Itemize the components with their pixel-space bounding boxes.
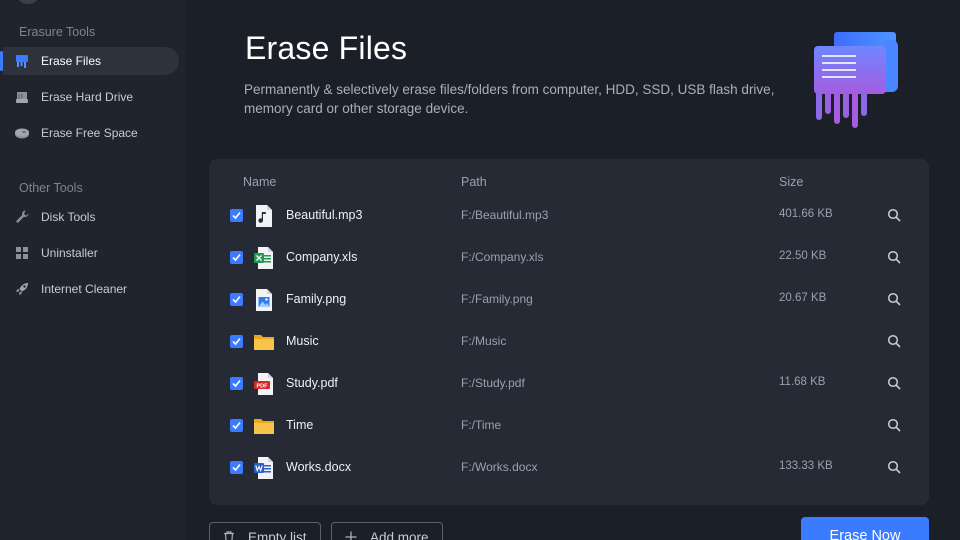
erase-now-button[interactable]: Erase Now: [801, 517, 929, 540]
sidebar-item-uninstaller[interactable]: Uninstaller: [3, 239, 179, 267]
file-name: Company.xls: [286, 250, 358, 264]
file-size: 20.67 KB: [779, 292, 827, 304]
file-size: 22.50 KB: [779, 250, 827, 262]
column-header-path: Path: [461, 175, 487, 189]
audio-file-icon: [256, 205, 272, 227]
search-icon[interactable]: [887, 460, 901, 474]
file-name: Family.png: [286, 292, 347, 306]
add-more-button[interactable]: Add more: [331, 522, 443, 540]
add-more-label: Add more: [370, 529, 429, 540]
row-checkbox[interactable]: [230, 293, 243, 306]
sidebar-item-internet-cleaner[interactable]: Internet Cleaner: [3, 275, 179, 303]
table-row[interactable]: PDF Study.pdf F:/Study.pdf 11.68 KB: [209, 363, 929, 405]
rocket-icon: [14, 281, 30, 297]
search-icon[interactable]: [887, 376, 901, 390]
file-name: Beautiful.mp3: [286, 208, 363, 222]
erase-files-icon: [14, 53, 30, 69]
search-icon[interactable]: [887, 250, 901, 264]
hard-drive-icon: [14, 89, 30, 105]
sidebar-item-label: Erase Files: [41, 54, 102, 68]
sidebar-item-label: Uninstaller: [41, 246, 98, 260]
section-title-erasure-tools: Erasure Tools: [19, 25, 96, 39]
file-size: 401.66 KB: [779, 208, 833, 220]
page-description: Permanently & selectively erase files/fo…: [244, 82, 775, 116]
file-name: Music: [286, 334, 319, 348]
page-title: Erase Files: [245, 30, 408, 66]
search-icon[interactable]: [887, 334, 901, 348]
file-name: Study.pdf: [286, 376, 338, 390]
file-path: F:/Company.xls: [461, 250, 544, 264]
row-checkbox[interactable]: [230, 335, 243, 348]
table-row[interactable]: Beautiful.mp3 F:/Beautiful.mp3 401.66 KB: [209, 195, 929, 237]
row-checkbox[interactable]: [230, 209, 243, 222]
word-file-icon: [254, 457, 273, 479]
pdf-file-icon: PDF: [254, 373, 273, 395]
file-size: 133.33 KB: [779, 460, 833, 472]
row-checkbox[interactable]: [230, 419, 243, 432]
search-icon[interactable]: [887, 418, 901, 432]
table-row[interactable]: Time F:/Time: [209, 405, 929, 447]
sidebar-item-label: Erase Hard Drive: [41, 90, 134, 104]
image-file-icon: [256, 289, 272, 311]
excel-file-icon: [254, 247, 273, 269]
table-row[interactable]: Works.docx F:/Works.docx 133.33 KB: [209, 447, 929, 489]
table-row[interactable]: Company.xls F:/Company.xls 22.50 KB: [209, 237, 929, 279]
sidebar-item-label: Erase Free Space: [41, 126, 138, 140]
sidebar-item-erase-files[interactable]: Erase Files: [0, 47, 179, 75]
file-path: F:/Study.pdf: [461, 376, 525, 390]
column-header-size: Size: [779, 175, 804, 189]
sidebar-item-label: Internet Cleaner: [41, 282, 128, 296]
free-space-icon: [14, 125, 30, 141]
file-path: F:/Family.png: [461, 292, 533, 306]
app-logo-icon: [18, 0, 38, 4]
file-path: F:/Beautiful.mp3: [461, 208, 549, 222]
sidebar-item-label: Disk Tools: [41, 210, 96, 224]
empty-list-button[interactable]: Empty list: [209, 522, 321, 540]
file-path: F:/Works.docx: [461, 460, 538, 474]
file-name: Works.docx: [286, 460, 352, 474]
table-row[interactable]: Music F:/Music: [209, 321, 929, 363]
plus-icon: [345, 531, 357, 540]
table-row[interactable]: Family.png F:/Family.png 20.67 KB: [209, 279, 929, 321]
row-checkbox[interactable]: [230, 377, 243, 390]
folder-icon: [254, 335, 274, 350]
search-icon[interactable]: [887, 208, 901, 222]
shredded-document-illustration: [814, 32, 898, 128]
wrench-icon: [14, 209, 30, 225]
apps-grid-icon: [14, 245, 30, 261]
sidebar-item-erase-hard-drive[interactable]: Erase Hard Drive: [3, 83, 179, 111]
file-name: Time: [286, 418, 314, 432]
section-title-other-tools: Other Tools: [19, 181, 83, 195]
empty-list-label: Empty list: [248, 529, 307, 540]
svg-text:PDF: PDF: [257, 384, 269, 390]
file-size: 11.68 KB: [779, 376, 826, 388]
trash-icon: [224, 531, 234, 540]
column-header-name: Name: [243, 175, 277, 189]
file-path: F:/Music: [461, 334, 507, 348]
sidebar-item-disk-tools[interactable]: Disk Tools: [3, 203, 179, 231]
sidebar: Erasure Tools Erase Files Erase Hard Dri…: [0, 0, 186, 540]
folder-icon: [254, 419, 274, 434]
file-path: F:/Time: [461, 418, 502, 432]
row-checkbox[interactable]: [230, 461, 243, 474]
search-icon[interactable]: [887, 292, 901, 306]
sidebar-item-erase-free-space[interactable]: Erase Free Space: [3, 119, 179, 147]
row-checkbox[interactable]: [230, 251, 243, 264]
